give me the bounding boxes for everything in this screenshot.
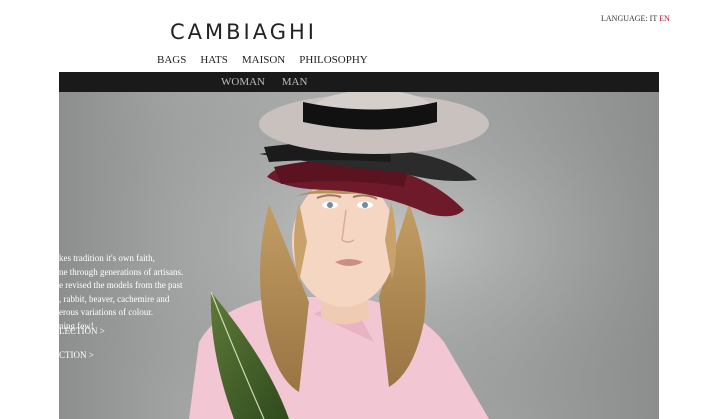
sub-nav: WOMAN MAN bbox=[221, 76, 321, 88]
collection-link-1[interactable]: LECTION > bbox=[59, 326, 105, 336]
sub-nav-man[interactable]: MAN bbox=[282, 76, 308, 88]
hero-text-line: e revised the models from the past bbox=[59, 280, 183, 290]
hero-banner: kes tradition it's own faith, ne through… bbox=[59, 92, 659, 419]
nav-item-philosophy[interactable]: PHILOSOPHY bbox=[299, 54, 367, 66]
hero-text-line: erous variations of colour. bbox=[59, 307, 153, 317]
hero-text-line: , rabbit, beaver, cachemire and bbox=[59, 293, 170, 304]
hero-description: kes tradition it's own faith, ne through… bbox=[59, 252, 259, 333]
hero-text-line: kes tradition it's own faith, bbox=[59, 253, 155, 263]
collection-link-2[interactable]: CTION > bbox=[59, 350, 94, 360]
nav-item-maison[interactable]: MAISON bbox=[242, 54, 285, 66]
language-switcher: LANGUAGE: IT EN bbox=[601, 14, 670, 23]
language-label: LANGUAGE: bbox=[601, 14, 648, 23]
nav-item-bags[interactable]: BAGS bbox=[157, 54, 186, 66]
hero-text-line: ne through generations of artisans. bbox=[59, 266, 184, 277]
main-nav: BAGS HATS MAISON PHILOSOPHY bbox=[157, 54, 382, 66]
language-it-link[interactable]: IT bbox=[650, 14, 657, 23]
sub-nav-bar: WOMAN MAN bbox=[59, 72, 659, 92]
brand-logo[interactable]: CAMBIAGHI bbox=[170, 20, 317, 44]
sub-nav-woman[interactable]: WOMAN bbox=[221, 76, 265, 88]
nav-item-hats[interactable]: HATS bbox=[200, 54, 228, 66]
language-en-link[interactable]: EN bbox=[659, 14, 670, 23]
